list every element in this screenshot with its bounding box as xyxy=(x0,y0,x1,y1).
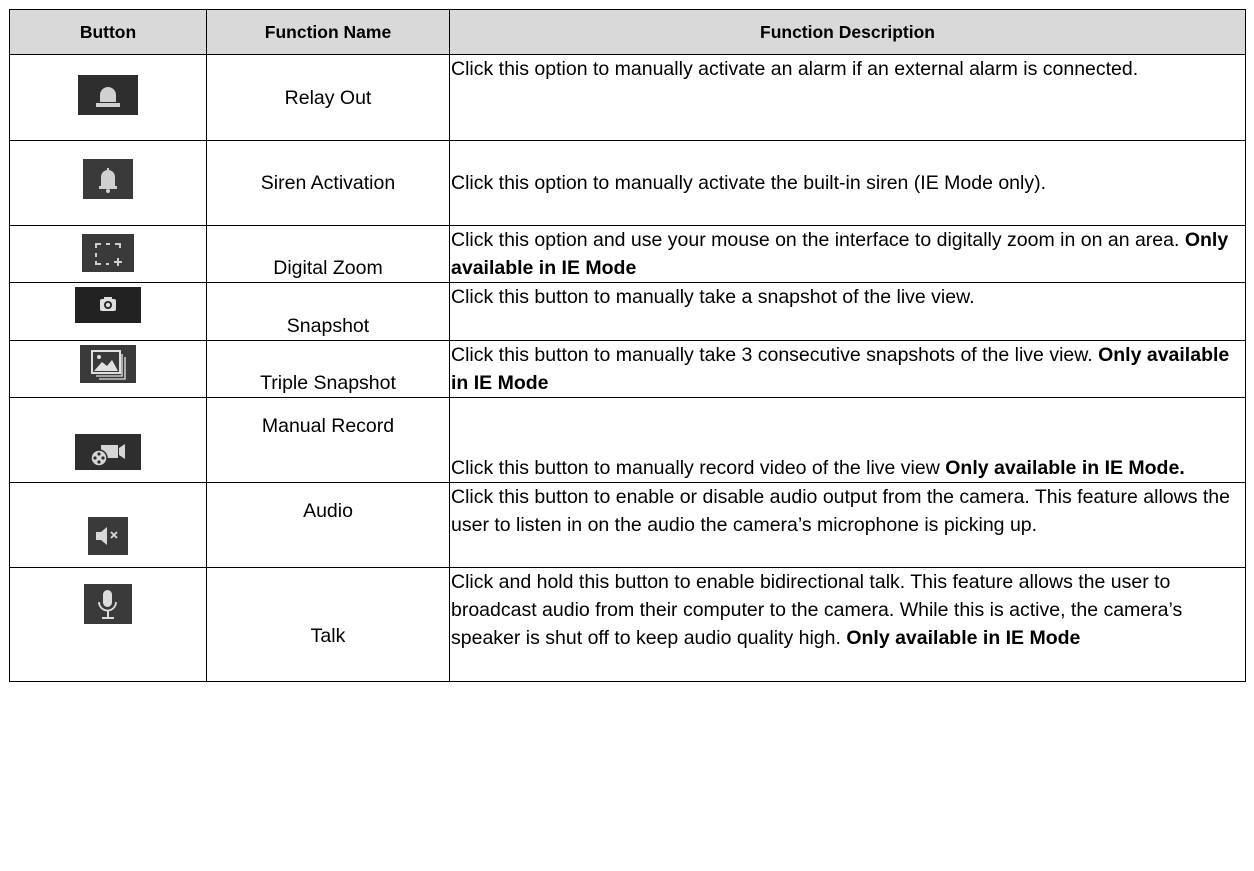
function-name: Triple Snapshot xyxy=(206,340,450,398)
function-name: Snapshot xyxy=(206,282,450,341)
button-cell xyxy=(9,225,207,283)
table-row: Audio Click this button to enable or dis… xyxy=(9,482,1246,568)
button-cell xyxy=(9,397,207,483)
microphone-icon[interactable] xyxy=(84,584,132,624)
function-description: Click this option to manually activate t… xyxy=(449,140,1246,226)
table-row: Talk Click and hold this button to enabl… xyxy=(9,567,1246,682)
button-cell xyxy=(9,340,207,398)
function-table: Button Function Name Function Descriptio… xyxy=(9,9,1246,682)
speaker-mute-icon[interactable] xyxy=(88,517,128,555)
function-name: Talk xyxy=(206,567,450,682)
table-row: Manual Record Click this button to manua… xyxy=(9,397,1246,483)
header-button: Button xyxy=(9,9,207,55)
button-cell xyxy=(9,140,207,226)
function-name: Digital Zoom xyxy=(206,225,450,283)
function-description: Click and hold this button to enable bid… xyxy=(449,567,1246,682)
function-name: Siren Activation xyxy=(206,140,450,226)
button-cell xyxy=(9,482,207,568)
button-cell xyxy=(9,567,207,682)
alarm-light-icon[interactable] xyxy=(78,75,138,115)
video-record-icon[interactable] xyxy=(75,434,141,470)
function-name: Manual Record xyxy=(206,397,450,483)
camera-icon[interactable] xyxy=(75,287,141,323)
table-row: Triple Snapshot Click this button to man… xyxy=(9,340,1246,398)
image-stack-icon[interactable] xyxy=(80,345,136,383)
function-description: Click this button to manually take a sna… xyxy=(449,282,1246,341)
header-function-description: Function Description xyxy=(449,9,1246,55)
function-description: Click this option to manually activate a… xyxy=(449,54,1246,141)
function-name: Relay Out xyxy=(206,54,450,141)
table-header-row: Button Function Name Function Descriptio… xyxy=(9,9,1246,55)
table-row: Snapshot Click this button to manually t… xyxy=(9,282,1246,341)
table-row: Siren Activation Click this option to ma… xyxy=(9,140,1246,226)
table-row: Digital Zoom Click this option and use y… xyxy=(9,225,1246,283)
header-function-name: Function Name xyxy=(206,9,450,55)
button-cell xyxy=(9,54,207,141)
function-name: Audio xyxy=(206,482,450,568)
table-row: Relay Out Click this option to manually … xyxy=(9,54,1246,141)
button-cell xyxy=(9,282,207,341)
function-description: Click this option and use your mouse on … xyxy=(449,225,1246,283)
function-description: Click this button to manually take 3 con… xyxy=(449,340,1246,398)
function-description: Click this button to manually record vid… xyxy=(449,397,1246,483)
digital-zoom-icon[interactable] xyxy=(82,234,134,272)
bell-icon[interactable] xyxy=(83,159,133,199)
function-description: Click this button to enable or disable a… xyxy=(449,482,1246,568)
